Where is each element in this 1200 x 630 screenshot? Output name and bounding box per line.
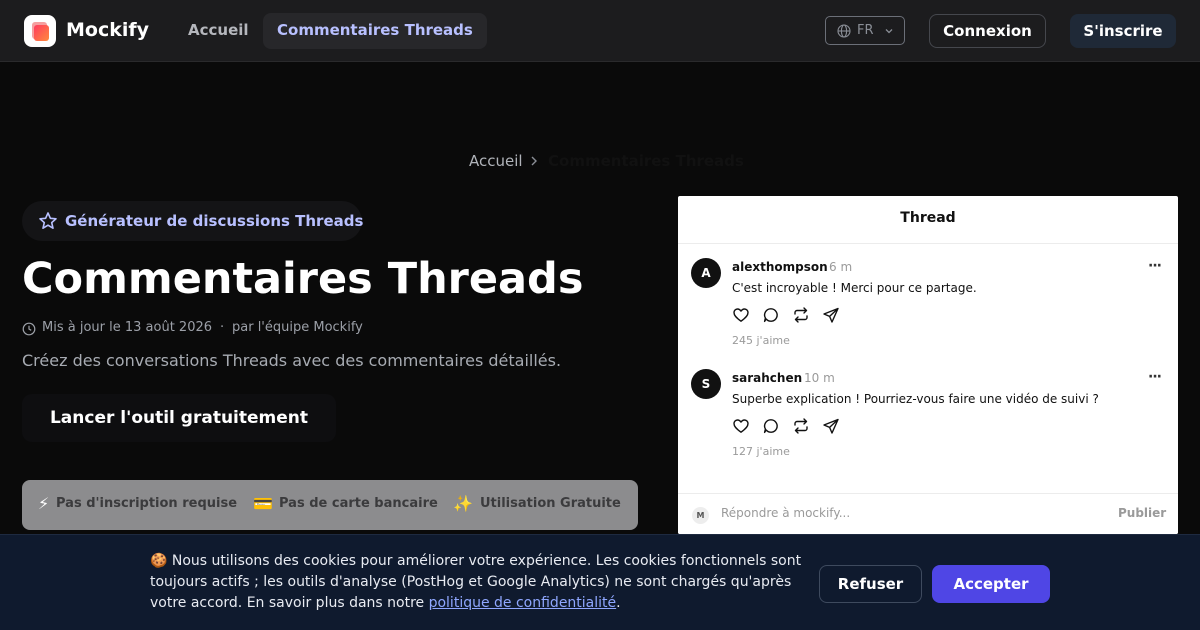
mockify-logo-icon[interactable] [24,15,56,47]
nav-link-home[interactable]: Accueil [174,13,263,49]
breadcrumb-current: Commentaires Threads [548,152,744,170]
repost-icon[interactable] [792,306,810,324]
hero-description: Créez des conversations Threads avec des… [22,351,562,370]
reply-bar: M Répondre à mockify... Publier [678,493,1178,534]
cookie-message-end: . [616,595,621,611]
feature-no-card: Pas de carte bancaire [279,496,438,511]
repost-icon[interactable] [792,417,810,435]
star-icon [39,212,57,230]
post-likes[interactable]: 245 j'aime [732,334,790,347]
share-icon[interactable] [822,417,840,435]
sparkles-icon: ✨ [453,494,473,513]
post-actions [732,306,852,324]
reply-input[interactable]: Répondre à mockify... [721,506,850,520]
thread-card-title: Thread [678,196,1178,244]
globe-icon [837,24,851,38]
features-bar: ⚡ Pas d'inscription requise 💳 Pas de car… [22,480,638,530]
thread-preview-card: Thread A alexthompson 6 m ··· C'est incr… [678,196,1178,534]
hero-badge: Générateur de discussions Threads [22,201,364,241]
publish-button[interactable]: Publier [1118,506,1166,520]
chevron-right-icon [531,156,537,166]
author-credit: par l'équipe Mockify [232,320,363,335]
post-time: 6 m [829,260,853,274]
post-time: 10 m [804,371,835,385]
feature-no-signup: Pas d'inscription requise [56,496,238,511]
post-likes[interactable]: 127 j'aime [732,445,790,458]
post-username[interactable]: alexthompson [732,260,828,274]
avatar[interactable]: S [691,369,721,399]
cookie-message: 🍪 Nous utilisons des cookies pour amélio… [150,551,810,614]
launch-tool-button[interactable]: Lancer l'outil gratuitement [22,394,336,442]
chevron-down-icon [885,29,893,34]
nav-link-threads-comments[interactable]: Commentaires Threads [263,13,487,49]
badge-label: Générateur de discussions Threads [65,212,364,230]
language-code: FR [857,23,874,38]
credit-card-icon: 💳 [253,494,273,513]
feature-free-use: Utilisation Gratuite [480,496,621,511]
post-username[interactable]: sarahchen [732,371,802,385]
top-navbar: Mockify Accueil Commentaires Threads FR … [0,0,1200,62]
logo-front-layer [34,25,49,41]
breadcrumb-home[interactable]: Accueil [469,152,523,170]
accept-cookies-button[interactable]: Accepter [932,565,1050,603]
language-selector[interactable]: FR [825,16,905,45]
avatar[interactable]: A [691,258,721,288]
signup-button[interactable]: S'inscrire [1070,14,1176,48]
thread-post: A alexthompson 6 m ··· C'est incroyable … [678,246,1178,347]
comment-icon[interactable] [762,417,780,435]
page-title: Commentaires Threads [22,254,584,304]
heart-icon[interactable] [732,417,750,435]
cookie-banner: 🍪 Nous utilisons des cookies pour amélio… [0,534,1200,630]
refuse-cookies-button[interactable]: Refuser [819,565,922,603]
heart-icon[interactable] [732,306,750,324]
post-actions [732,417,852,435]
more-options-icon[interactable]: ··· [1148,369,1162,385]
updated-date: Mis à jour le 13 août 2026 [42,320,213,335]
comment-icon[interactable] [762,306,780,324]
post-text: C'est incroyable ! Merci pour ce partage… [732,281,977,295]
privacy-policy-link[interactable]: politique de confidentialité [429,595,617,611]
clock-icon [22,322,36,336]
more-options-icon[interactable]: ··· [1148,258,1162,274]
lightning-icon: ⚡ [38,494,50,513]
share-icon[interactable] [822,306,840,324]
meta-separator: · [220,320,225,335]
thread-post: S sarahchen 10 m ··· Superbe explication… [678,357,1178,458]
post-text: Superbe explication ! Pourriez-vous fair… [732,392,1099,406]
avatar: M [692,507,709,524]
brand-name[interactable]: Mockify [66,19,149,41]
login-button[interactable]: Connexion [929,14,1046,48]
